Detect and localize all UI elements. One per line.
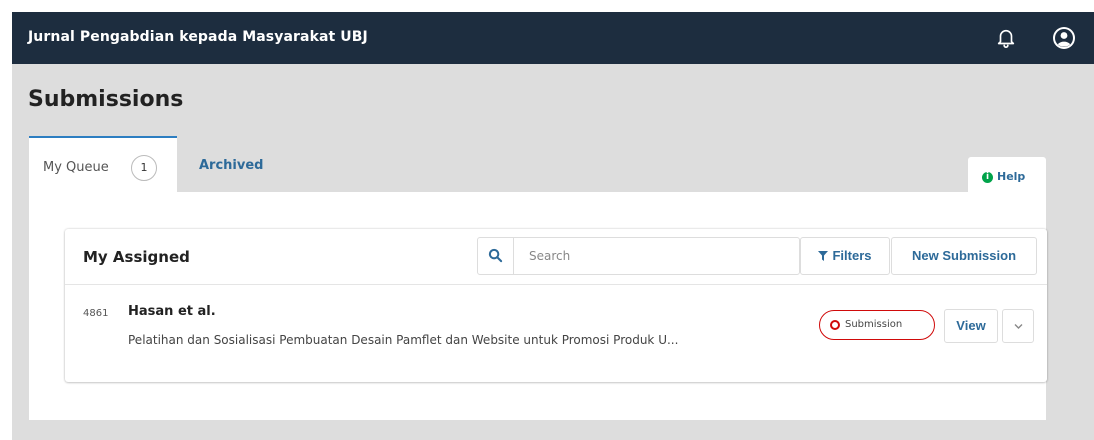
main-content: Submissions My Queue 1 Archived i Help M… [12,64,1094,440]
submission-title: Pelatihan dan Sosialisasi Pembuatan Desa… [128,333,679,347]
funnel-icon [818,251,829,261]
top-navigation-bar: Jurnal Pengabdian kepada Masyarakat UBJ [12,12,1094,64]
user-icon[interactable] [1052,26,1076,50]
tab-archived-label: Archived [199,158,264,173]
list-header: My Assigned Filters [65,229,1047,285]
app-frame: Jurnal Pengabdian kepada Masyarakat UBJ … [12,12,1094,440]
view-button[interactable]: View [944,309,998,343]
queue-count-badge: 1 [131,155,157,181]
help-button[interactable]: i Help [968,157,1046,197]
app-title[interactable]: Jurnal Pengabdian kepada Masyarakat UBJ [28,29,368,45]
search-icon-container [478,238,514,274]
tab-my-queue-label: My Queue [43,160,109,175]
info-icon: i [982,172,993,183]
tab-my-queue[interactable]: My Queue 1 [29,136,177,192]
stage-label: Submission [845,319,903,330]
search-icon [488,248,503,263]
new-submission-button[interactable]: New Submission [891,237,1037,275]
search-box [477,237,800,275]
submissions-list-panel: My Assigned Filters [65,229,1047,382]
submission-id: 4861 [83,308,109,319]
tab-archived[interactable]: Archived [177,136,297,192]
help-label: Help [997,170,1026,183]
stage-badge: Submission [819,310,935,340]
page-title: Submissions [28,87,184,112]
chevron-down-icon [1014,324,1023,329]
stage-indicator-icon [830,320,840,330]
list-title: My Assigned [83,248,190,266]
submission-authors: Hasan et al. [128,304,216,319]
tab-panel: My Assigned Filters [29,192,1047,420]
filters-button[interactable]: Filters [800,237,890,275]
search-input[interactable] [515,238,799,274]
filters-label: Filters [832,248,872,263]
expand-button[interactable] [1002,309,1034,343]
bell-icon[interactable] [995,27,1017,49]
